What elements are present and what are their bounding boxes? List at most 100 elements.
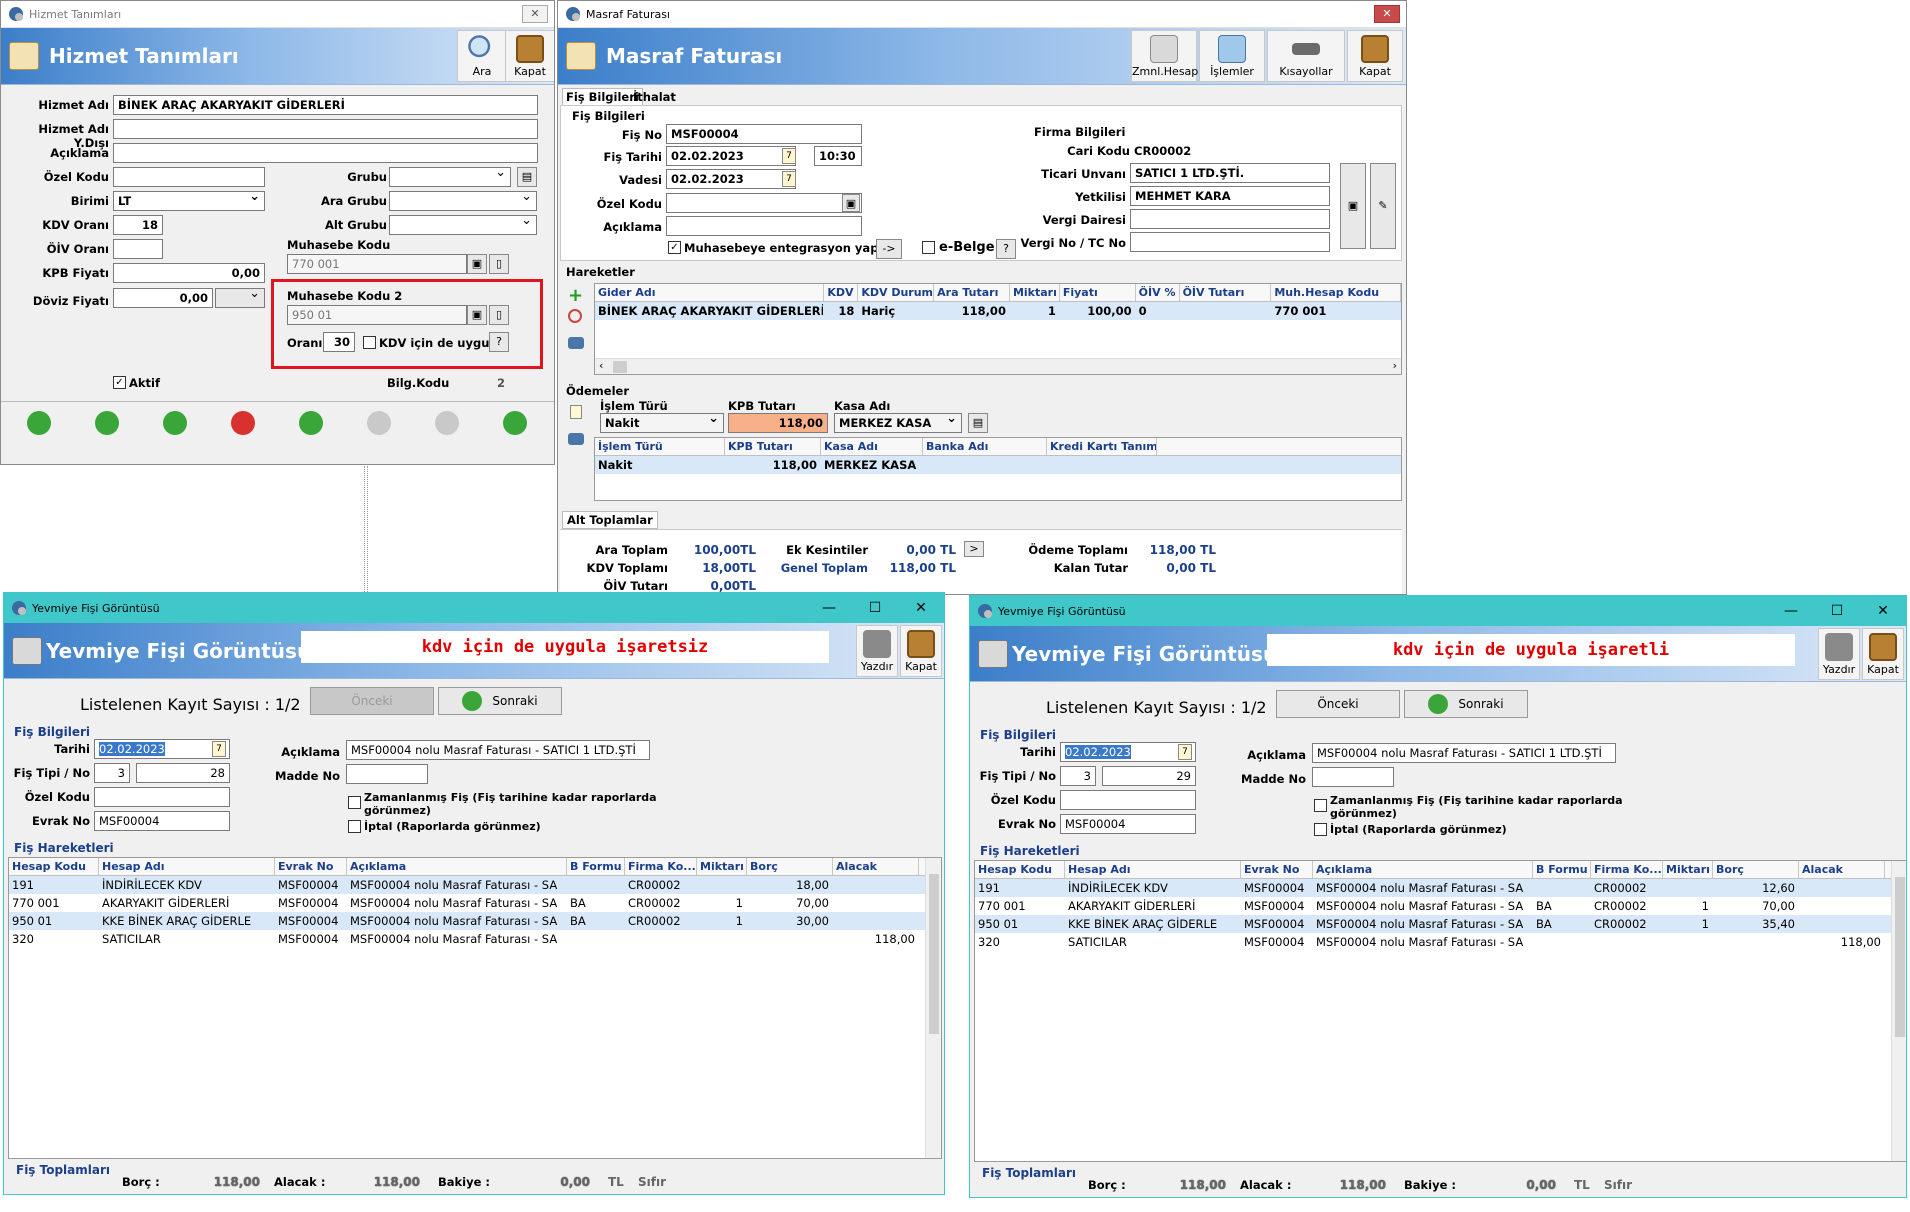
- madde-no-input[interactable]: [346, 764, 428, 784]
- column-header[interactable]: KDV Durumu: [858, 284, 935, 301]
- muhasebe2-lookup-icon[interactable]: ▣: [467, 305, 487, 325]
- vscroll[interactable]: [1891, 861, 1906, 1161]
- delete-icon[interactable]: [231, 411, 255, 435]
- ek-kesinti-button[interactable]: >: [964, 541, 984, 557]
- column-header[interactable]: B Formu: [567, 858, 625, 875]
- print-button[interactable]: Yazdır: [856, 625, 898, 677]
- masraf-titlebar[interactable]: Masraf Faturası ✕: [558, 1, 1406, 28]
- aciklama-input[interactable]: [666, 216, 862, 236]
- column-header[interactable]: Fiyatı: [1060, 284, 1136, 301]
- grubu-select[interactable]: [389, 167, 511, 187]
- table-row[interactable]: 770 001 AKARYAKIT GİDERLERİ MSF00004 MSF000…: [975, 897, 1906, 915]
- column-header[interactable]: Miktarı: [1663, 861, 1713, 878]
- lookup-icon[interactable]: ▣: [842, 194, 860, 212]
- vscroll[interactable]: [925, 858, 941, 1158]
- calendar-icon[interactable]: 7: [782, 148, 796, 164]
- column-header[interactable]: Miktarı: [1010, 284, 1060, 301]
- zamanlanmis-checkbox[interactable]: [348, 796, 361, 809]
- kdv-orani-input[interactable]: 18: [113, 215, 163, 235]
- column-header[interactable]: Hesap Kodu: [9, 858, 99, 875]
- aciklama-input[interactable]: MSF00004 nolu Masraf Faturası - SATICI 1…: [346, 740, 650, 760]
- column-header[interactable]: Banka Adı: [923, 438, 1047, 455]
- fis-tarihi-input[interactable]: 02.02.2023: [666, 146, 796, 166]
- search-button[interactable]: Ara: [457, 30, 507, 82]
- kdv-uygula-checkbox[interactable]: [363, 336, 376, 349]
- refresh-icon[interactable]: [503, 411, 527, 435]
- alt-grubu-select[interactable]: [389, 215, 537, 235]
- kasa-lookup-button[interactable]: ▤: [968, 413, 988, 433]
- add-row-icon[interactable]: +: [568, 285, 583, 306]
- binoculars-icon[interactable]: [568, 337, 584, 349]
- calendar-icon[interactable]: 7: [1178, 744, 1192, 760]
- close-icon[interactable]: ✕: [1860, 596, 1906, 626]
- zmnl-hesap-button[interactable]: Zmnl.Hesap: [1131, 30, 1198, 82]
- tab-ithalat[interactable]: İthalat: [630, 89, 679, 105]
- muh-entegrasyon-checkbox[interactable]: ✓: [668, 241, 681, 254]
- tarihi-input[interactable]: 02.02.2023: [1060, 742, 1196, 762]
- kisayollar-button[interactable]: Kısayollar: [1267, 30, 1345, 82]
- column-header[interactable]: İşlem Türü: [595, 438, 725, 455]
- muhasebe-doc-icon[interactable]: ▯: [489, 254, 509, 274]
- yetkilisi-input[interactable]: MEHMET KARA: [1130, 186, 1330, 206]
- close-icon[interactable]: ✕: [522, 5, 548, 23]
- kasa-adi-select[interactable]: MERKEZ KASA: [834, 413, 962, 433]
- fis-no-input[interactable]: 29: [1102, 766, 1196, 786]
- splitter[interactable]: [364, 466, 368, 596]
- fis-saat-input[interactable]: 10:30: [814, 146, 862, 166]
- column-header[interactable]: Kredi Kartı Tanımı: [1047, 438, 1157, 455]
- yevmiye-titlebar[interactable]: Yevmiye Fişi Görüntüsü — ☐ ✕: [4, 593, 944, 623]
- madde-no-input[interactable]: [1312, 767, 1394, 787]
- table-row[interactable]: 320 SATICILAR MSF00004 MSF00004 nolu Masraf…: [9, 930, 941, 948]
- aktif-checkbox[interactable]: ✓: [113, 376, 126, 389]
- close-icon[interactable]: ✕: [898, 593, 944, 623]
- table-row[interactable]: Nakit 118,00 MERKEZ KASA: [595, 456, 1401, 474]
- ticari-unvani-input[interactable]: SATICI 1 LTD.ŞTİ.: [1130, 163, 1330, 183]
- muhasebe-kodu2-input[interactable]: 950 01: [287, 305, 467, 325]
- column-header[interactable]: Firma Ko...: [1591, 861, 1663, 878]
- column-header[interactable]: Açıklama: [347, 858, 567, 875]
- table-row[interactable]: 950 01 KKE BİNEK ARAÇ GİDERLE MSF00004 MSF0…: [975, 915, 1906, 933]
- close-icon[interactable]: ✕: [1374, 5, 1400, 23]
- column-header[interactable]: Muh.Hesap Kodu: [1271, 284, 1401, 301]
- oiv-orani-input[interactable]: [113, 239, 163, 259]
- doviz-fiyati-input[interactable]: 0,00: [113, 288, 213, 308]
- binoculars-icon[interactable]: [568, 433, 584, 445]
- fis-no-input[interactable]: MSF00004: [666, 124, 862, 144]
- kpb-fiyati-input[interactable]: 0,00: [113, 263, 265, 283]
- ozel-kodu-input[interactable]: [113, 167, 265, 187]
- maximize-icon[interactable]: ☐: [1814, 596, 1860, 626]
- help-button[interactable]: ?: [489, 332, 509, 352]
- close-button[interactable]: Kapat: [1862, 628, 1904, 680]
- column-header[interactable]: Alacak: [833, 858, 919, 875]
- column-header[interactable]: Kasa Adı: [821, 438, 923, 455]
- firma-edit-button[interactable]: ✎: [1370, 163, 1396, 249]
- minimize-icon[interactable]: —: [1768, 596, 1814, 626]
- table-row[interactable]: 191 İNDİRİLECEK KDV MSF00004 MSF00004 nolu …: [9, 876, 941, 894]
- next-button[interactable]: Sonraki: [1404, 690, 1528, 718]
- calendar-icon[interactable]: 7: [782, 171, 796, 187]
- table-row[interactable]: 320 SATICILAR MSF00004 MSF00004 nolu Masraf…: [975, 933, 1906, 951]
- close-button[interactable]: Kapat: [505, 30, 554, 82]
- fis-no-input[interactable]: 28: [136, 763, 230, 783]
- print-button[interactable]: Yazdır: [1818, 628, 1860, 680]
- column-header[interactable]: Hesap Kodu: [975, 861, 1065, 878]
- column-header[interactable]: Gider Adı: [595, 284, 825, 301]
- search-row-icon[interactable]: [568, 309, 582, 323]
- vergi-no-input[interactable]: [1130, 232, 1330, 252]
- muhasebe2-doc-icon[interactable]: ▯: [489, 305, 509, 325]
- firma-lookup-button[interactable]: ▣: [1340, 163, 1366, 249]
- tarihi-input[interactable]: 02.02.2023: [94, 739, 230, 759]
- aciklama-input[interactable]: MSF00004 nolu Masraf Faturası - SATICI 1…: [1312, 743, 1616, 763]
- column-header[interactable]: ÖİV Tutarı: [1180, 284, 1272, 301]
- hscroll[interactable]: ‹ ›: [595, 358, 1401, 374]
- hizmet-adi-input[interactable]: BİNEK ARAÇ AKARYAKIT GİDERLERİ: [113, 95, 538, 115]
- column-header[interactable]: Firma Ko...: [625, 858, 697, 875]
- evrak-no-input[interactable]: MSF00004: [1060, 814, 1196, 834]
- column-header[interactable]: Hesap Adı: [99, 858, 275, 875]
- previous-button[interactable]: Önceki: [1276, 690, 1400, 718]
- muhasebe-kodu-input[interactable]: 770 001: [287, 254, 467, 274]
- column-header[interactable]: Ara Tutarı: [934, 284, 1010, 301]
- ebelge-checkbox[interactable]: [922, 241, 935, 254]
- column-header[interactable]: Alacak: [1799, 861, 1885, 878]
- column-header[interactable]: B Formu: [1533, 861, 1591, 878]
